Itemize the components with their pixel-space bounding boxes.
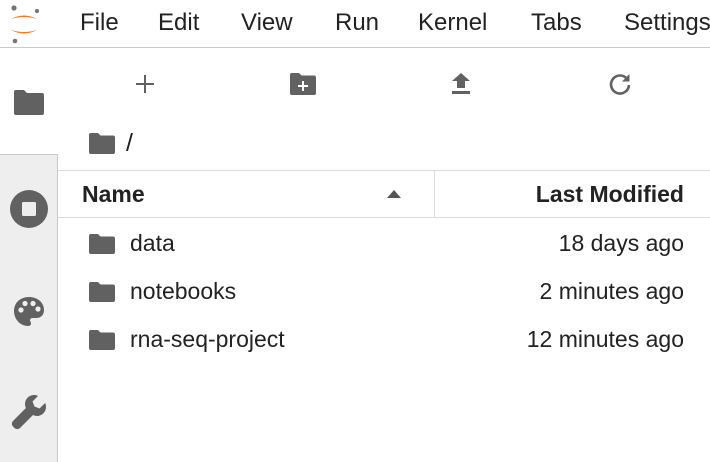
- column-header-last-modified-label: Last Modified: [535, 181, 684, 207]
- new-launcher-button[interactable]: [125, 64, 165, 104]
- sidebar-tab-running[interactable]: [0, 155, 57, 262]
- menu-file[interactable]: File: [80, 8, 119, 38]
- folder-icon: [89, 234, 115, 254]
- breadcrumb-root[interactable]: /: [126, 128, 133, 158]
- item-name: notebooks: [130, 278, 237, 304]
- sidebar-tab-commands[interactable]: [0, 262, 57, 362]
- menu-run[interactable]: Run: [335, 8, 379, 38]
- listing-header: Name Last Modified: [58, 170, 710, 218]
- new-folder-icon: [290, 73, 316, 95]
- stop-circle-icon: [9, 189, 48, 228]
- refresh-icon: [609, 74, 631, 95]
- item-modified: 2 minutes ago: [539, 278, 684, 304]
- menu-kernel[interactable]: Kernel: [418, 8, 487, 38]
- plus-icon: [136, 75, 154, 93]
- list-item[interactable]: data 18 days ago: [58, 220, 710, 268]
- menu-settings[interactable]: Settings: [624, 8, 710, 38]
- upload-icon: [452, 73, 470, 94]
- folder-icon: [14, 89, 44, 115]
- new-folder-button[interactable]: [283, 64, 323, 104]
- item-modified: 18 days ago: [558, 230, 684, 256]
- menu-view[interactable]: View: [241, 8, 293, 38]
- sort-ascending-icon: [387, 190, 401, 198]
- breadcrumb: /: [88, 128, 133, 158]
- column-header-name-label: Name: [82, 181, 145, 207]
- folder-icon: [89, 330, 115, 350]
- column-header-last-modified[interactable]: Last Modified: [435, 171, 710, 217]
- left-sidebar: [0, 48, 58, 462]
- folder-icon: [89, 282, 115, 302]
- jupyter-logo-icon[interactable]: [6, 3, 42, 45]
- menu-edit[interactable]: Edit: [158, 8, 199, 38]
- menu-bar: File Edit View Run Kernel Tabs Settings: [0, 0, 710, 48]
- item-name: data: [130, 230, 175, 256]
- sidebar-tab-extensions[interactable]: [0, 362, 57, 462]
- upload-button[interactable]: [441, 64, 481, 104]
- folder-icon[interactable]: [88, 132, 116, 155]
- file-browser: / Name Last Modified data 18 days ago no…: [58, 48, 710, 462]
- sidebar-tab-file-browser[interactable]: [0, 48, 58, 155]
- refresh-button[interactable]: [600, 64, 640, 104]
- palette-icon: [13, 297, 44, 326]
- item-modified: 12 minutes ago: [526, 326, 684, 352]
- list-item[interactable]: rna-seq-project 12 minutes ago: [58, 316, 710, 364]
- column-header-name[interactable]: Name: [58, 171, 435, 217]
- item-name: rna-seq-project: [130, 326, 285, 352]
- list-item[interactable]: notebooks 2 minutes ago: [58, 268, 710, 316]
- menu-tabs[interactable]: Tabs: [531, 8, 582, 38]
- wrench-icon: [11, 395, 46, 430]
